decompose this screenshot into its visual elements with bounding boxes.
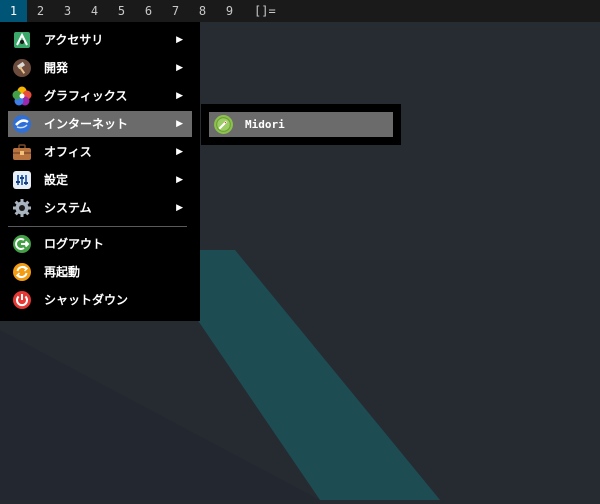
menu-item-label: ログアウト <box>44 237 105 251</box>
top-bar: 1 2 3 4 5 6 7 8 9 []= <box>0 0 600 22</box>
menu-item-graphics[interactable]: グラフィックス ▶ <box>8 83 192 109</box>
menu-item-label: グラフィックス <box>44 89 128 103</box>
submenu-arrow-icon: ▶ <box>176 91 183 101</box>
submenu-item-midori[interactable]: Midori <box>209 112 393 137</box>
logout-icon <box>13 235 31 253</box>
office-icon <box>13 144 31 160</box>
reboot-icon <box>13 263 31 281</box>
menu-item-label: オフィス <box>44 145 92 159</box>
menu-item-label: システム <box>44 201 92 215</box>
internet-submenu: Midori <box>201 104 401 145</box>
internet-icon <box>13 115 31 133</box>
workspace-tag-6[interactable]: 6 <box>135 0 162 22</box>
menu-item-label: 設定 <box>44 173 69 187</box>
submenu-arrow-icon: ▶ <box>176 203 183 213</box>
menu-item-shutdown[interactable]: シャットダウン <box>8 287 192 313</box>
workspace-tag-2[interactable]: 2 <box>27 0 54 22</box>
menu-item-reboot[interactable]: 再起動 <box>8 259 192 285</box>
submenu-arrow-icon: ▶ <box>176 175 183 185</box>
accessories-icon <box>14 32 30 48</box>
menu-item-development[interactable]: 開発 ▶ <box>8 55 192 81</box>
workspace-tag-9[interactable]: 9 <box>216 0 243 22</box>
submenu-arrow-icon: ▶ <box>176 119 183 129</box>
graphics-icon <box>12 86 32 106</box>
development-icon <box>13 59 31 77</box>
menu-item-logout[interactable]: ログアウト <box>8 231 192 257</box>
menu-separator <box>8 226 187 227</box>
workspace-tag-4[interactable]: 4 <box>81 0 108 22</box>
menu-item-system[interactable]: システム ▶ <box>8 195 192 221</box>
submenu-item-label: Midori <box>245 118 285 131</box>
settings-icon <box>13 171 31 189</box>
workspace-tag-1[interactable]: 1 <box>0 0 27 22</box>
midori-icon <box>214 115 233 134</box>
workspace-tag-7[interactable]: 7 <box>162 0 189 22</box>
menu-item-label: インターネット <box>44 117 129 131</box>
menu-item-label: 開発 <box>44 61 69 75</box>
menu-item-office[interactable]: オフィス ▶ <box>8 139 192 165</box>
menu-item-accessories[interactable]: アクセサリ ▶ <box>8 27 192 53</box>
application-menu: アクセサリ ▶ 開発 ▶ グラフィックス ▶ インターネット ▶ オフィス ▶ … <box>0 22 200 321</box>
menu-item-label: アクセサリ <box>44 33 104 47</box>
menu-item-label: シャットダウン <box>44 293 129 307</box>
workspace-tag-5[interactable]: 5 <box>108 0 135 22</box>
submenu-arrow-icon: ▶ <box>176 63 183 73</box>
workspace-tag-3[interactable]: 3 <box>54 0 81 22</box>
menu-item-internet[interactable]: インターネット ▶ <box>8 111 192 137</box>
submenu-arrow-icon: ▶ <box>176 35 183 45</box>
system-gear-icon <box>13 199 31 217</box>
layout-indicator[interactable]: []= <box>248 0 282 22</box>
menu-item-label: 再起動 <box>44 265 81 279</box>
workspace-tag-8[interactable]: 8 <box>189 0 216 22</box>
submenu-arrow-icon: ▶ <box>176 147 183 157</box>
shutdown-icon <box>13 291 31 309</box>
menu-item-settings[interactable]: 設定 ▶ <box>8 167 192 193</box>
